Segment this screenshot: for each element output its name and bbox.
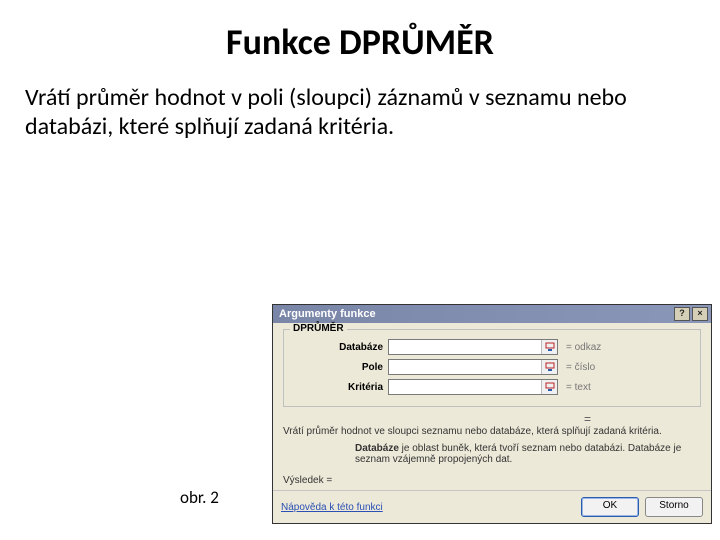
arg-input-criteria[interactable] [389,380,541,394]
arg-label-database: Databáze [292,342,388,353]
function-description: Vrátí průměr hodnot ve sloupci seznamu n… [283,426,701,437]
figure-caption: obr. 2 [180,487,219,508]
page-description: Vrátí průměr hodnot v poli (sloupci) záz… [25,84,695,142]
arg-label-criteria: Kritéria [292,382,388,393]
help-icon[interactable]: ? [674,307,690,321]
result-equals: = [283,413,701,425]
help-link[interactable]: Nápověda k této funkci [281,502,575,513]
arg-hint-database: = odkaz [558,342,692,353]
arg-input-field-wrapper [388,359,558,375]
arg-input-criteria-wrapper [388,379,558,395]
arg-hint-criteria: = text [558,382,692,393]
result-label: Výsledek = [283,475,701,486]
arg-row-field: Pole = číslo [292,358,692,376]
arg-label-field: Pole [292,362,388,373]
close-icon[interactable]: × [692,307,708,321]
cancel-button[interactable]: Storno [645,497,703,517]
argument-description: Databáze je oblast buněk, která tvoří se… [355,443,701,465]
ok-button[interactable]: OK [581,497,639,517]
dialog-title: Argumenty funkce [279,308,672,320]
dialog-footer: Nápověda k této funkci OK Storno [273,490,711,523]
argument-description-text: je oblast buněk, která tvoří seznam nebo… [355,443,681,465]
dialog-titlebar[interactable]: Argumenty funkce ? × [273,305,711,323]
arg-input-field[interactable] [389,360,541,374]
function-fieldset: DPRŮMĚR Databáze = odkaz Pole [283,329,701,407]
page-title: Funkce DPRŮMĚR [25,20,695,64]
arg-input-database[interactable] [389,340,541,354]
function-name-legend: DPRŮMĚR [290,323,347,334]
range-picker-icon[interactable] [541,360,557,374]
range-picker-icon[interactable] [541,380,557,394]
arg-hint-field: = číslo [558,362,692,373]
range-picker-icon[interactable] [541,340,557,354]
arg-row-criteria: Kritéria = text [292,378,692,396]
function-arguments-dialog: Argumenty funkce ? × DPRŮMĚR Databáze = … [272,304,712,524]
arg-input-database-wrapper [388,339,558,355]
argument-description-label: Databáze [355,443,399,454]
arg-row-database: Databáze = odkaz [292,338,692,356]
